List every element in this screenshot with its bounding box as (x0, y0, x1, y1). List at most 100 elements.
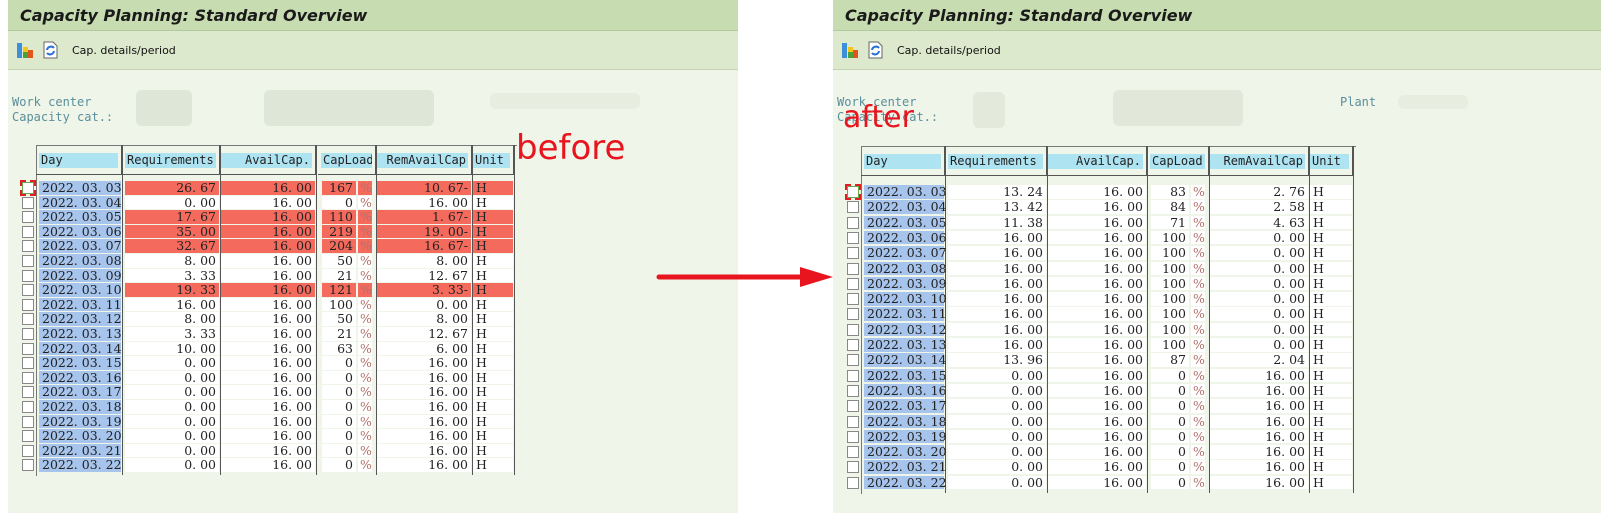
row-select-checkbox[interactable] (847, 277, 859, 290)
row-select-checkbox[interactable] (847, 231, 859, 244)
day-cell[interactable]: 2022. 03. 14 (39, 341, 122, 356)
row-select-checkbox[interactable] (847, 461, 859, 474)
row-select-checkbox[interactable] (22, 371, 34, 384)
row-select-checkbox[interactable] (22, 313, 34, 326)
availcap-header[interactable]: AvailCap. (1045, 146, 1147, 176)
capload-header[interactable]: CapLoad (1147, 146, 1209, 176)
day-cell[interactable]: 2022. 03. 19 (864, 430, 947, 444)
row-select-checkbox[interactable] (22, 430, 34, 443)
day-cell[interactable]: 2022. 03. 12 (39, 312, 122, 326)
day-cell[interactable]: 2022. 03. 15 (864, 368, 947, 383)
day-cell[interactable]: 2022. 03. 21 (39, 444, 122, 458)
day-cell[interactable]: 2022. 03. 16 (39, 371, 122, 385)
day-cell[interactable]: 2022. 03. 21 (864, 460, 947, 474)
day-cell[interactable]: 2022. 03. 13 (39, 327, 122, 341)
day-cell[interactable]: 2022. 03. 16 (864, 384, 947, 398)
row-select-checkbox[interactable] (847, 369, 859, 382)
day-cell[interactable]: 2022. 03. 18 (864, 414, 947, 429)
day-cell[interactable]: 2022. 03. 04 (864, 200, 947, 214)
row-select-checkbox[interactable] (847, 430, 859, 443)
row-select-checkbox[interactable] (847, 446, 859, 459)
day-cell[interactable]: 2022. 03. 07 (864, 246, 947, 260)
row-select-checkbox[interactable] (847, 216, 859, 229)
row-select-checkbox[interactable] (22, 298, 34, 311)
day-cell[interactable]: 2022. 03. 13 (864, 338, 947, 352)
row-select-checkbox[interactable] (22, 342, 34, 355)
capload-header[interactable]: CapLoad (318, 145, 376, 175)
day-cell[interactable]: 2022. 03. 05 (39, 210, 122, 224)
day-cell[interactable]: 2022. 03. 09 (39, 268, 122, 283)
requirements-cell: 32. 67 (125, 239, 219, 253)
row-select-checkbox[interactable] (20, 180, 36, 196)
day-cell[interactable]: 2022. 03. 08 (39, 254, 122, 268)
day-cell[interactable]: 2022. 03. 10 (864, 292, 947, 306)
day-cell[interactable]: 2022. 03. 19 (39, 414, 122, 429)
row-select-checkbox[interactable] (847, 339, 859, 351)
unit-header[interactable]: Unit (470, 145, 514, 175)
row-select-checkbox[interactable] (847, 415, 859, 428)
row-select-checkbox[interactable] (22, 255, 34, 267)
day-cell[interactable]: 2022. 03. 14 (864, 353, 947, 367)
day-cell[interactable]: 2022. 03. 22 (864, 475, 947, 490)
day-cell[interactable]: 2022. 03. 20 (39, 429, 122, 443)
row-select-checkbox[interactable] (22, 415, 34, 428)
row-select-checkbox[interactable] (847, 308, 859, 321)
remavailcap-header[interactable]: RemAvailCap (1207, 146, 1309, 176)
refresh-document-icon[interactable] (865, 40, 885, 60)
row-select-checkbox[interactable] (847, 354, 859, 367)
day-cell[interactable]: 2022. 03. 20 (864, 445, 947, 459)
row-select-checkbox[interactable] (22, 196, 34, 209)
capacity-chart-icon[interactable] (16, 40, 36, 60)
day-cell[interactable]: 2022. 03. 03 (39, 181, 122, 195)
row-select-checkbox[interactable] (22, 240, 34, 253)
day-header[interactable]: Day (36, 145, 122, 175)
row-select-checkbox[interactable] (847, 323, 859, 336)
row-select-checkbox[interactable] (22, 401, 34, 413)
row-select-checkbox[interactable] (22, 459, 34, 472)
day-cell[interactable]: 2022. 03. 05 (864, 215, 947, 230)
day-cell[interactable]: 2022. 03. 12 (864, 322, 947, 337)
row-select-checkbox[interactable] (847, 201, 859, 214)
day-cell[interactable]: 2022. 03. 11 (39, 298, 122, 312)
row-select-checkbox[interactable] (847, 262, 859, 275)
row-select-checkbox[interactable] (22, 444, 34, 457)
row-select-checkbox[interactable] (22, 225, 34, 238)
day-cell[interactable]: 2022. 03. 08 (864, 261, 947, 276)
day-cell[interactable]: 2022. 03. 04 (39, 195, 122, 210)
day-cell[interactable]: 2022. 03. 18 (39, 400, 122, 414)
day-cell[interactable]: 2022. 03. 06 (864, 231, 947, 245)
unit-header[interactable]: Unit (1307, 146, 1353, 176)
day-cell[interactable]: 2022. 03. 03 (864, 185, 947, 199)
row-select-checkbox[interactable] (847, 476, 859, 489)
row-select-checkbox[interactable] (22, 386, 34, 399)
refresh-document-icon[interactable] (40, 40, 60, 60)
requirements-cell: 0. 00 (948, 460, 1046, 474)
row-select-checkbox[interactable] (22, 357, 34, 370)
row-select-checkbox[interactable] (847, 293, 859, 306)
day-cell[interactable]: 2022. 03. 07 (39, 239, 122, 253)
day-cell[interactable]: 2022. 03. 06 (39, 225, 122, 239)
row-select-checkbox[interactable] (22, 269, 34, 282)
row-select-checkbox[interactable] (847, 247, 859, 260)
day-header[interactable]: Day (861, 146, 945, 176)
capacity-chart-icon[interactable] (841, 40, 861, 60)
requirements-header[interactable]: Requirements (122, 145, 220, 175)
day-cell[interactable]: 2022. 03. 09 (864, 277, 947, 291)
day-cell[interactable]: 2022. 03. 17 (39, 385, 122, 399)
day-cell[interactable]: 2022. 03. 10 (39, 283, 122, 297)
day-cell[interactable]: 2022. 03. 15 (39, 356, 122, 370)
requirements-header[interactable]: Requirements (945, 146, 1047, 176)
row-select-checkbox[interactable] (845, 184, 861, 200)
day-cell[interactable]: 2022. 03. 22 (39, 458, 122, 472)
day-cell[interactable]: 2022. 03. 11 (864, 307, 947, 321)
row-select-checkbox[interactable] (22, 328, 34, 340)
availcap-header[interactable]: AvailCap. (218, 145, 316, 175)
row-select-checkbox[interactable] (22, 284, 34, 297)
day-cell[interactable]: 2022. 03. 17 (864, 399, 947, 413)
cap-details-period-button[interactable]: Cap. details/period (897, 44, 1001, 57)
row-select-checkbox[interactable] (22, 211, 34, 224)
cap-details-period-button[interactable]: Cap. details/period (72, 44, 176, 57)
row-select-checkbox[interactable] (847, 400, 859, 413)
remavailcap-header[interactable]: RemAvailCap (374, 145, 472, 175)
row-select-checkbox[interactable] (847, 384, 859, 397)
